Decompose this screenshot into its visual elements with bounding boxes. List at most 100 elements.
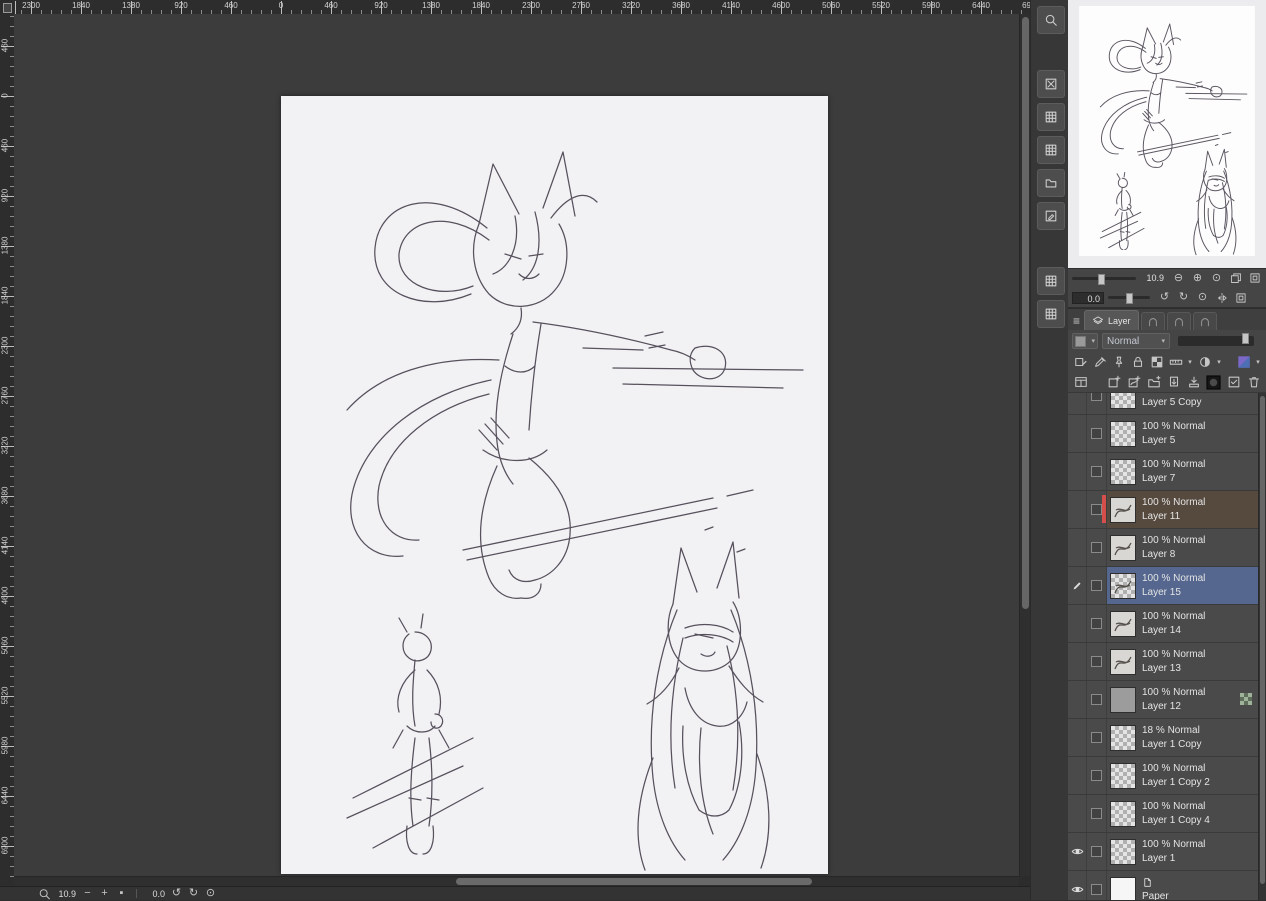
layer-row[interactable]: 100 % NormalLayer 8: [1068, 529, 1258, 567]
layer-checkbox[interactable]: [1087, 833, 1107, 870]
zoom-out-button[interactable]: ⊖: [1170, 270, 1187, 287]
layer-visibility-toggle[interactable]: [1068, 643, 1087, 680]
layer-visibility-toggle[interactable]: [1068, 393, 1087, 414]
layer-checkbox[interactable]: [1087, 491, 1107, 528]
layer-thumbnail[interactable]: [1110, 573, 1136, 599]
ruler-menu-caret[interactable]: ▾: [1186, 354, 1194, 371]
merge-down-button[interactable]: [1185, 374, 1202, 391]
reset-rotation-button[interactable]: ⊙: [1194, 289, 1211, 306]
transfer-layer-button[interactable]: [1165, 374, 1182, 391]
layer-checkbox[interactable]: [1087, 393, 1107, 414]
effect-menu-icon[interactable]: [1196, 354, 1213, 371]
layer-checkbox[interactable]: [1087, 605, 1107, 642]
layer-thumbnail[interactable]: [1110, 393, 1136, 409]
status-zoom-out-button[interactable]: −: [81, 887, 94, 900]
layer-checkbox[interactable]: [1087, 453, 1107, 490]
zoom-tool-icon[interactable]: [1037, 6, 1065, 34]
layer-visibility-toggle[interactable]: [1068, 415, 1087, 452]
navigator-rotation-value[interactable]: 0.0: [1072, 292, 1104, 304]
reset-view-button[interactable]: [1232, 289, 1249, 306]
canvas-page[interactable]: [281, 96, 828, 874]
rotate-cw-button[interactable]: ↻: [1175, 289, 1192, 306]
tab-layer[interactable]: Layer: [1084, 310, 1139, 330]
rotation-slider-thumb[interactable]: [1126, 293, 1133, 304]
opacity-slider[interactable]: [1178, 336, 1254, 346]
cascade-view-button[interactable]: [1227, 270, 1244, 287]
layer-row[interactable]: Paper: [1068, 871, 1258, 900]
layer-view-mode-icon[interactable]: [1072, 374, 1089, 391]
layer-thumbnail[interactable]: [1110, 687, 1136, 713]
new-raster-layer-button[interactable]: [1105, 374, 1122, 391]
layer-color-dropdown[interactable]: ▾: [1072, 333, 1098, 349]
edit-palette-icon[interactable]: [1037, 202, 1065, 230]
layer-thumbnail[interactable]: [1110, 459, 1136, 485]
layer-panel-menu-button[interactable]: ≡: [1073, 314, 1080, 328]
layer-visibility-toggle[interactable]: [1068, 719, 1087, 756]
layer-thumbnail[interactable]: [1110, 535, 1136, 561]
layer-checkbox[interactable]: [1087, 529, 1107, 566]
subview-palette-icon[interactable]: [1037, 103, 1065, 131]
layer-row[interactable]: 100 % NormalLayer 13: [1068, 643, 1258, 681]
layer-thumbnail[interactable]: [1110, 725, 1136, 751]
navigator-zoom-slider[interactable]: [1072, 277, 1136, 280]
layer-row[interactable]: 100 % NormalLayer 1 Copy 4: [1068, 795, 1258, 833]
layer-color-swatch[interactable]: [1235, 354, 1252, 371]
zoom-slider-thumb[interactable]: [1098, 274, 1105, 285]
vertical-scroll-thumb[interactable]: [1022, 17, 1029, 609]
close-palette-icon[interactable]: [1037, 70, 1065, 98]
layer-row[interactable]: 100 % NormalLayer 1: [1068, 833, 1258, 871]
create-mask-button[interactable]: [1205, 374, 1222, 391]
ruler-origin-button[interactable]: [0, 0, 15, 15]
layer-thumbnail[interactable]: [1110, 421, 1136, 447]
layer-row[interactable]: 18 % NormalLayer 1 Copy: [1068, 719, 1258, 757]
status-rotate-cw-button[interactable]: ↻: [187, 887, 200, 900]
status-fit-button[interactable]: ▪: [115, 887, 128, 900]
layer-checkbox[interactable]: [1087, 567, 1107, 604]
history-palette-icon[interactable]: [1037, 300, 1065, 328]
zoom-in-button[interactable]: ⊕: [1189, 270, 1206, 287]
layer-checkbox[interactable]: [1087, 719, 1107, 756]
tab-panel-4[interactable]: [1193, 312, 1217, 330]
canvas-viewport[interactable]: [14, 14, 1019, 876]
flip-horizontal-button[interactable]: [1213, 289, 1230, 306]
layer-visibility-toggle[interactable]: [1068, 795, 1087, 832]
status-reset-rotation-button[interactable]: ⊙: [204, 887, 217, 900]
layer-row[interactable]: 100 % NormalLayer 11: [1068, 491, 1258, 529]
layer-row[interactable]: Layer 5 Copy: [1068, 393, 1258, 415]
fit-to-screen-button[interactable]: [1246, 270, 1263, 287]
layer-color-caret[interactable]: ▾: [1254, 354, 1262, 371]
layer-visibility-toggle[interactable]: [1068, 757, 1087, 794]
layer-checkbox[interactable]: [1087, 757, 1107, 794]
pin-layer-icon[interactable]: [1110, 354, 1127, 371]
layer-checkbox[interactable]: [1087, 871, 1107, 900]
layer-thumbnail[interactable]: [1110, 611, 1136, 637]
apply-mask-button[interactable]: [1225, 374, 1242, 391]
blend-mode-dropdown[interactable]: Normal▾: [1102, 333, 1170, 349]
layer-row[interactable]: 100 % NormalLayer 7: [1068, 453, 1258, 491]
horizontal-scroll-thumb[interactable]: [456, 878, 812, 885]
editing-layer-pencil-icon[interactable]: [1068, 567, 1087, 604]
tab-panel-2[interactable]: [1141, 312, 1165, 330]
layer-checkbox[interactable]: [1087, 643, 1107, 680]
rotate-ccw-button[interactable]: ↺: [1156, 289, 1173, 306]
layer-thumbnail[interactable]: [1110, 497, 1136, 523]
layer-thumbnail[interactable]: [1110, 801, 1136, 827]
layer-visibility-toggle[interactable]: [1068, 833, 1087, 870]
layer-thumbnail[interactable]: [1110, 839, 1136, 865]
layer-list-scroll-thumb[interactable]: [1260, 396, 1265, 884]
layer-checkbox[interactable]: [1087, 415, 1107, 452]
layer-thumbnail[interactable]: [1110, 877, 1136, 901]
opacity-slider-thumb[interactable]: [1242, 333, 1249, 344]
layer-row[interactable]: 100 % NormalLayer 5: [1068, 415, 1258, 453]
layer-visibility-toggle[interactable]: [1068, 453, 1087, 490]
layer-checkbox[interactable]: [1087, 681, 1107, 718]
delete-layer-button[interactable]: [1245, 374, 1262, 391]
layer-row[interactable]: 100 % NormalLayer 14: [1068, 605, 1258, 643]
material-palette-icon[interactable]: [1037, 267, 1065, 295]
zoom-100-button[interactable]: ⊙: [1208, 270, 1225, 287]
ruler-menu-icon[interactable]: [1167, 354, 1184, 371]
lock-icon[interactable]: [1129, 354, 1146, 371]
new-vector-layer-button[interactable]: [1125, 374, 1142, 391]
layer-thumbnail[interactable]: [1110, 763, 1136, 789]
navigator-preview[interactable]: [1068, 0, 1266, 269]
